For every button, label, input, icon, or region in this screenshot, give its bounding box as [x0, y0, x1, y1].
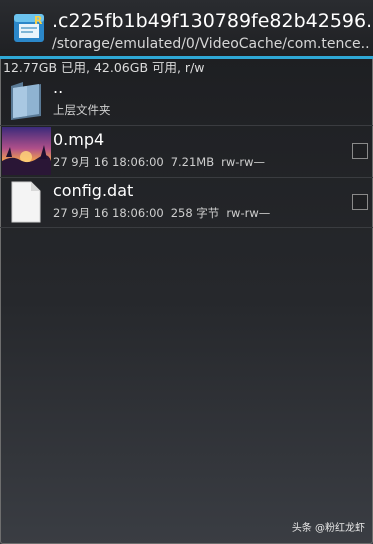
current-path: /storage/emulated/0/VideoCache/com.tence… — [52, 36, 370, 52]
file-permissions: rw-rw— — [221, 155, 266, 169]
title-bar: R .c225fb1b49f130789fe82b42596... /stora… — [0, 0, 373, 56]
file-size: 7.21MB — [170, 155, 215, 169]
document-icon — [11, 181, 41, 223]
watermark: 头条 @粉红龙虾 — [291, 523, 365, 534]
file-meta: 上层文件夹 — [53, 102, 118, 118]
file-meta: 27 9月 16 18:06:00 7.21MB rw-rw— — [53, 154, 272, 170]
list-item-document[interactable]: config.dat 27 9月 16 18:06:00 258 字节 rw-rw— — [0, 178, 373, 226]
list-item-parent-folder[interactable]: .. 上层文件夹 — [0, 76, 373, 124]
file-name: 0.mp4 — [53, 130, 105, 149]
file-meta: 27 9月 16 18:06:00 258 字节 rw-rw— — [53, 205, 277, 221]
current-folder-title: .c225fb1b49f130789fe82b42596... — [52, 10, 370, 32]
video-thumbnail — [2, 127, 51, 175]
list-item-video[interactable]: 0.mp4 27 9月 16 18:06:00 7.21MB rw-rw— — [0, 126, 373, 176]
parent-folder-label: 上层文件夹 — [53, 103, 111, 117]
select-checkbox[interactable] — [352, 194, 368, 210]
file-name: .. — [53, 78, 64, 97]
file-date: 27 9月 16 18:06:00 — [53, 206, 164, 220]
file-name: config.dat — [53, 181, 134, 200]
file-date: 27 9月 16 18:06:00 — [53, 155, 164, 169]
file-permissions: rw-rw— — [226, 206, 271, 220]
title-accent-divider — [0, 56, 373, 59]
select-checkbox[interactable] — [352, 143, 368, 159]
file-size: 258 字节 — [170, 206, 220, 220]
folder-icon — [11, 82, 41, 120]
row-divider — [0, 227, 373, 228]
storage-info: 12.77GB 已用, 42.06GB 可用, r/w — [3, 60, 205, 75]
app-icon[interactable]: R — [12, 10, 46, 46]
svg-text:R: R — [34, 14, 43, 27]
